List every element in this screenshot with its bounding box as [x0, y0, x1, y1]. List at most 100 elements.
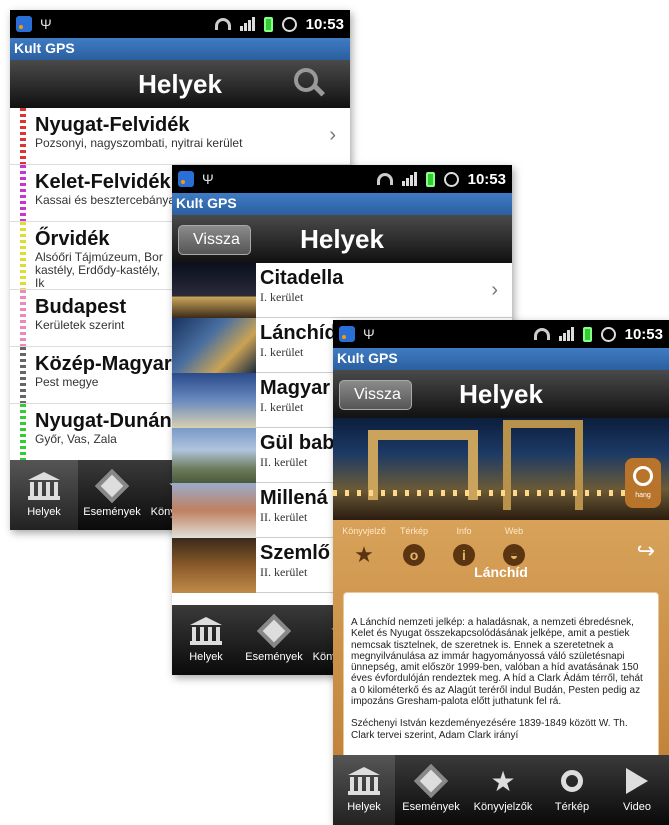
place-name: Citadella [260, 267, 344, 289]
alarm-icon [600, 326, 616, 342]
share-icon[interactable]: ↪ [637, 538, 655, 564]
signal-icon [558, 327, 574, 341]
description-box: A Lánchíd nemzeti jelkép: a haladásnak, … [343, 592, 659, 764]
chevron-right-icon: › [329, 124, 336, 146]
rss-icon [339, 326, 355, 342]
tab-label: Helyek [347, 801, 381, 813]
status-time: 10:53 [624, 325, 663, 343]
status-time: 10:53 [305, 15, 344, 33]
tab-label: Helyek [189, 651, 223, 663]
tab-bar: Helyek Események ★ Könyvjelzők Térkép Vid… [333, 755, 669, 825]
battery-icon [263, 16, 273, 32]
region-description: Pozsonyi, nagyszombati, nyitrai kerület [35, 136, 243, 150]
tab-places[interactable]: Helyek [172, 605, 240, 675]
wifi-icon [214, 18, 231, 30]
tab-label: Események [402, 801, 460, 813]
status-bar: Ψ 10:53 [172, 165, 512, 193]
stars-icon: ★ [490, 765, 516, 797]
events-icon [95, 469, 129, 503]
tab-places[interactable]: Helyek [10, 460, 78, 530]
place-item[interactable]: Citadella I. kerület › [172, 263, 512, 318]
signal-icon [239, 17, 255, 31]
tab-video[interactable]: Video [605, 755, 669, 825]
audio-icon [633, 466, 653, 486]
map-pin-icon [561, 770, 583, 792]
place-heading: Lánchíd [474, 564, 528, 580]
tab-events[interactable]: Események [240, 605, 308, 675]
tab-label: Video [623, 801, 651, 813]
rss-icon [16, 16, 32, 32]
wifi-icon [376, 173, 393, 185]
status-bar: Ψ 10:53 [333, 320, 669, 348]
place-thumbnail [172, 428, 256, 483]
tab-events[interactable]: Események [395, 755, 467, 825]
region-color-stripe [20, 108, 26, 164]
back-button[interactable]: Vissza [178, 225, 251, 255]
chevron-right-icon: › [491, 279, 498, 301]
globe-icon: ◒ [503, 544, 525, 566]
region-color-stripe [20, 222, 26, 289]
region-color-stripe [20, 290, 26, 346]
museum-icon [348, 767, 380, 795]
tab-label: Események [245, 651, 303, 663]
action-label: Web [504, 526, 524, 536]
tab-label: Helyek [27, 506, 61, 518]
title-bar: Helyek [10, 60, 350, 108]
place-thumbnail [172, 318, 256, 373]
tab-events[interactable]: Események [78, 460, 146, 530]
back-button[interactable]: Vissza [339, 380, 412, 410]
events-icon [414, 764, 448, 798]
place-thumbnail [172, 538, 256, 593]
place-thumbnail [172, 263, 256, 318]
audio-button[interactable]: hang [625, 458, 661, 508]
info-icon: i [453, 544, 475, 566]
map-pin-icon: o [403, 544, 425, 566]
place-thumbnail [172, 373, 256, 428]
rss-icon [178, 171, 194, 187]
title-bar: Vissza Helyek [172, 215, 512, 263]
region-name: Nyugat-Felvidék [35, 114, 190, 136]
action-bar: Könyvjelző ★ Térkép o Info i Web ◒ ↪ Lánchíd [333, 520, 669, 584]
museum-icon [190, 617, 222, 645]
app-name: Kult GPS [172, 193, 512, 215]
alarm-icon [443, 171, 459, 187]
region-color-stripe [20, 404, 26, 460]
action-label: Könyvjelző [342, 526, 386, 536]
page-title: Helyek [138, 68, 222, 99]
signal-icon [401, 172, 417, 186]
wifi-icon [533, 328, 550, 340]
status-time: 10:53 [467, 170, 506, 188]
bridge-lights [333, 490, 669, 496]
tab-map[interactable]: Térkép [539, 755, 605, 825]
description-paragraph: A Lánchíd nemzeti jelkép: a haladásnak, … [351, 617, 643, 708]
battery-icon [582, 326, 592, 342]
screen-place-detail: Ψ 10:53 Kult GPS Vissza Helyek hang Köny… [333, 320, 669, 825]
tab-bookmarks[interactable]: ★ Könyvjelzők [467, 755, 539, 825]
region-item[interactable]: Nyugat-Felvidék Pozsonyi, nagyszombati, … [10, 108, 350, 165]
usb-icon: Ψ [40, 16, 52, 32]
play-icon [626, 768, 648, 794]
events-icon [257, 614, 291, 648]
page-title: Helyek [300, 223, 384, 254]
tab-label: Térkép [554, 801, 590, 813]
place-district: I. kerület [260, 290, 304, 304]
alarm-icon [281, 16, 297, 32]
region-color-stripe [20, 165, 26, 221]
description-paragraph: Széchenyi István kezdeményezésére 1839-1… [351, 718, 628, 741]
tab-places[interactable]: Helyek [333, 755, 395, 825]
place-thumbnail [172, 483, 256, 538]
tab-label: Események [83, 506, 141, 518]
app-name: Kult GPS [10, 38, 350, 60]
app-name: Kult GPS [333, 348, 669, 370]
battery-icon [425, 171, 435, 187]
region-description: Alsóőri Tájmúzeum, Bor kastély, Erdődy-k… [35, 250, 163, 290]
usb-icon: Ψ [363, 326, 375, 342]
action-label: Info [456, 526, 472, 536]
status-bar: Ψ 10:53 [10, 10, 350, 38]
search-icon[interactable] [294, 68, 326, 98]
place-photo: hang [333, 418, 669, 520]
usb-icon: Ψ [202, 171, 214, 187]
region-color-stripe [20, 347, 26, 403]
title-bar: Vissza Helyek [333, 370, 669, 418]
tab-label: Könyvjelzők [473, 801, 533, 813]
